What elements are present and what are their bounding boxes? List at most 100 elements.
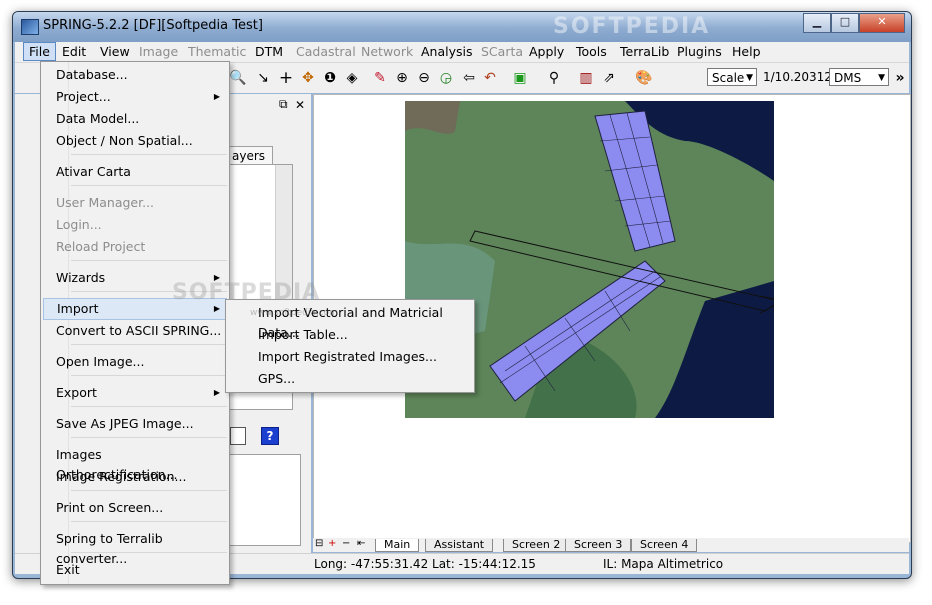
menu-item-print-on-screen[interactable]: Print on Screen... (56, 498, 226, 518)
menu-separator (71, 406, 227, 407)
tab-screen-3[interactable]: Screen 3 (565, 539, 632, 552)
chevron-right-icon: ▶ (213, 92, 220, 101)
menu-item-images-orthorectification[interactable]: Images Orthorectification... (56, 445, 226, 482)
tab-assistant[interactable]: Assistant (425, 539, 494, 552)
menu-item-open-image[interactable]: Open Image... (56, 352, 226, 372)
histogram-icon[interactable]: ▥ (577, 70, 595, 86)
menu-analysis[interactable]: Analysis (421, 44, 473, 59)
menu-item-login: Login... (56, 215, 226, 235)
menu-item-label: Import (57, 301, 99, 316)
menu-plugins[interactable]: Plugins (677, 44, 722, 59)
tag-icon[interactable]: ◈ (343, 70, 361, 86)
toolbar-overflow-icon[interactable]: » (891, 70, 909, 86)
menu-separator (71, 344, 227, 345)
add-screen-icon[interactable]: + (328, 538, 336, 549)
scale-mode-select[interactable]: Scale ▼ (707, 68, 757, 86)
menu-bar: File Edit View Image Thematic DTM Cadastral Net… (15, 42, 909, 63)
help-icon[interactable]: ? (261, 427, 279, 445)
menu-item-data-model[interactable]: Data Model... (56, 109, 226, 129)
menu-file[interactable]: File (23, 42, 56, 61)
close-button[interactable]: ✕ (859, 13, 905, 33)
menu-item-label: Database... (56, 67, 128, 82)
submenu-item-import-table[interactable]: Import Table... (258, 325, 348, 345)
watermark-text: SOFTPEDIA (172, 280, 321, 305)
zoom-area-icon[interactable]: ◶ (437, 70, 455, 86)
menu-separator (71, 154, 227, 155)
zoom-tool-icon[interactable]: 🔍 (229, 70, 247, 86)
remove-screen-icon[interactable]: − (342, 538, 350, 549)
menu-separator (71, 490, 227, 491)
tab-screen-2[interactable]: Screen 2 (503, 539, 570, 552)
layer-info: IL: Mapa Altimetrico (603, 557, 724, 571)
cursor-icon[interactable]: ⚲ (545, 70, 563, 86)
zoom-out-icon[interactable]: ⊖ (415, 70, 433, 86)
menu-image[interactable]: Image (139, 44, 178, 59)
menu-edit[interactable]: Edit (62, 44, 86, 59)
tab-main[interactable]: Main (375, 539, 420, 552)
info-icon[interactable]: ❶ (321, 70, 339, 86)
menu-thematic[interactable]: Thematic (188, 44, 246, 59)
menu-separator (71, 260, 227, 261)
menu-item-spring-to-terralib-converter[interactable]: Spring to Terralib converter... (56, 529, 226, 566)
menu-dtm[interactable]: DTM (255, 44, 283, 59)
menu-cadastral[interactable]: Cadastral (296, 44, 356, 59)
menu-item-label: Convert to ASCII SPRING... (56, 323, 222, 338)
menu-item-database[interactable]: Database... (56, 65, 226, 85)
back-icon[interactable]: ⇦ (460, 70, 478, 86)
pointer-plus-icon[interactable]: ⇗ (600, 70, 618, 86)
restore-icon[interactable]: ⧉ (279, 97, 288, 112)
palette-icon[interactable]: 🎨 (635, 70, 653, 86)
select-arrow-icon[interactable]: ↘ (254, 70, 272, 86)
watermark-url: www.softpedia.com (250, 308, 338, 318)
menu-apply[interactable]: Apply (529, 44, 564, 59)
menu-item-label: Open Image... (56, 354, 145, 369)
chevron-right-icon: ▶ (213, 388, 220, 397)
close-icon[interactable]: ✕ (295, 98, 305, 112)
menu-item-convert-to-ascii-spring[interactable]: Convert to ASCII SPRING... (56, 321, 226, 341)
menu-item-label: Print on Screen... (56, 500, 164, 515)
move-icon[interactable]: ✥ (299, 70, 317, 86)
submenu-item-gps[interactable]: GPS... (258, 369, 295, 389)
coordinates-readout: Long: -47:55:31.42 Lat: -15:44:12.15 (314, 557, 536, 571)
menu-separator (71, 521, 227, 522)
menu-network[interactable]: Network (361, 44, 413, 59)
menu-separator (71, 185, 227, 186)
menu-tools[interactable]: Tools (576, 44, 607, 59)
menu-help[interactable]: Help (732, 44, 761, 59)
pencil-icon[interactable]: ✎ (371, 70, 389, 86)
app-icon (21, 19, 39, 35)
menu-item-label: Reload Project (56, 239, 146, 254)
menu-item-reload-project: Reload Project (56, 237, 226, 257)
tab-layers[interactable]: ayers (229, 146, 273, 165)
coordinate-format-select[interactable]: DMS ▼ (829, 68, 889, 86)
menu-item-export[interactable]: Export ▶ (56, 383, 226, 403)
menu-item-ativar-carta[interactable]: Ativar Carta (56, 162, 226, 182)
tab-screen-4[interactable]: Screen 4 (631, 539, 698, 552)
pan-cross-icon[interactable]: + (277, 70, 295, 87)
title-bar[interactable]: SPRING-5.2.2 [DF][Softpedia Test] SOFTPE… (13, 12, 911, 42)
menu-item-project[interactable]: Project... ▶ (56, 87, 226, 107)
menu-item-exit[interactable]: Exit (56, 560, 226, 580)
document-icon[interactable] (230, 427, 246, 445)
menu-item-save-as-jpeg-image[interactable]: Save As JPEG Image... (56, 414, 226, 434)
first-screen-icon[interactable]: ⇤ (357, 538, 365, 549)
menu-item-object-non-spatial[interactable]: Object / Non Spatial... (56, 131, 226, 151)
menu-item-label: Export (56, 385, 97, 400)
menu-item-image-registration[interactable]: Image Registration... (56, 467, 226, 487)
zoom-in-icon[interactable]: ⊕ (393, 70, 411, 86)
menu-item-label: User Manager... (56, 195, 155, 210)
menu-separator (71, 437, 227, 438)
layer-color-icon[interactable]: ▣ (511, 70, 529, 86)
submenu-item-import-registrated-images[interactable]: Import Registrated Images... (258, 347, 437, 367)
minimize-screen-icon[interactable]: ⊟ (315, 538, 323, 549)
menu-terralib[interactable]: TerraLib (620, 44, 669, 59)
undo-icon[interactable]: ↶ (481, 70, 499, 86)
menu-item-label: Image Registration... (56, 469, 187, 484)
menu-item-label: Save As JPEG Image... (56, 416, 194, 431)
menu-view[interactable]: View (100, 44, 130, 59)
minimize-button[interactable]: ▁ (803, 13, 831, 33)
menu-scarta[interactable]: SCarta (481, 44, 523, 59)
maximize-button[interactable]: □ (831, 13, 859, 33)
chevron-down-icon: ▼ (746, 73, 753, 83)
scale-value: 1/10.203125 (763, 70, 840, 84)
